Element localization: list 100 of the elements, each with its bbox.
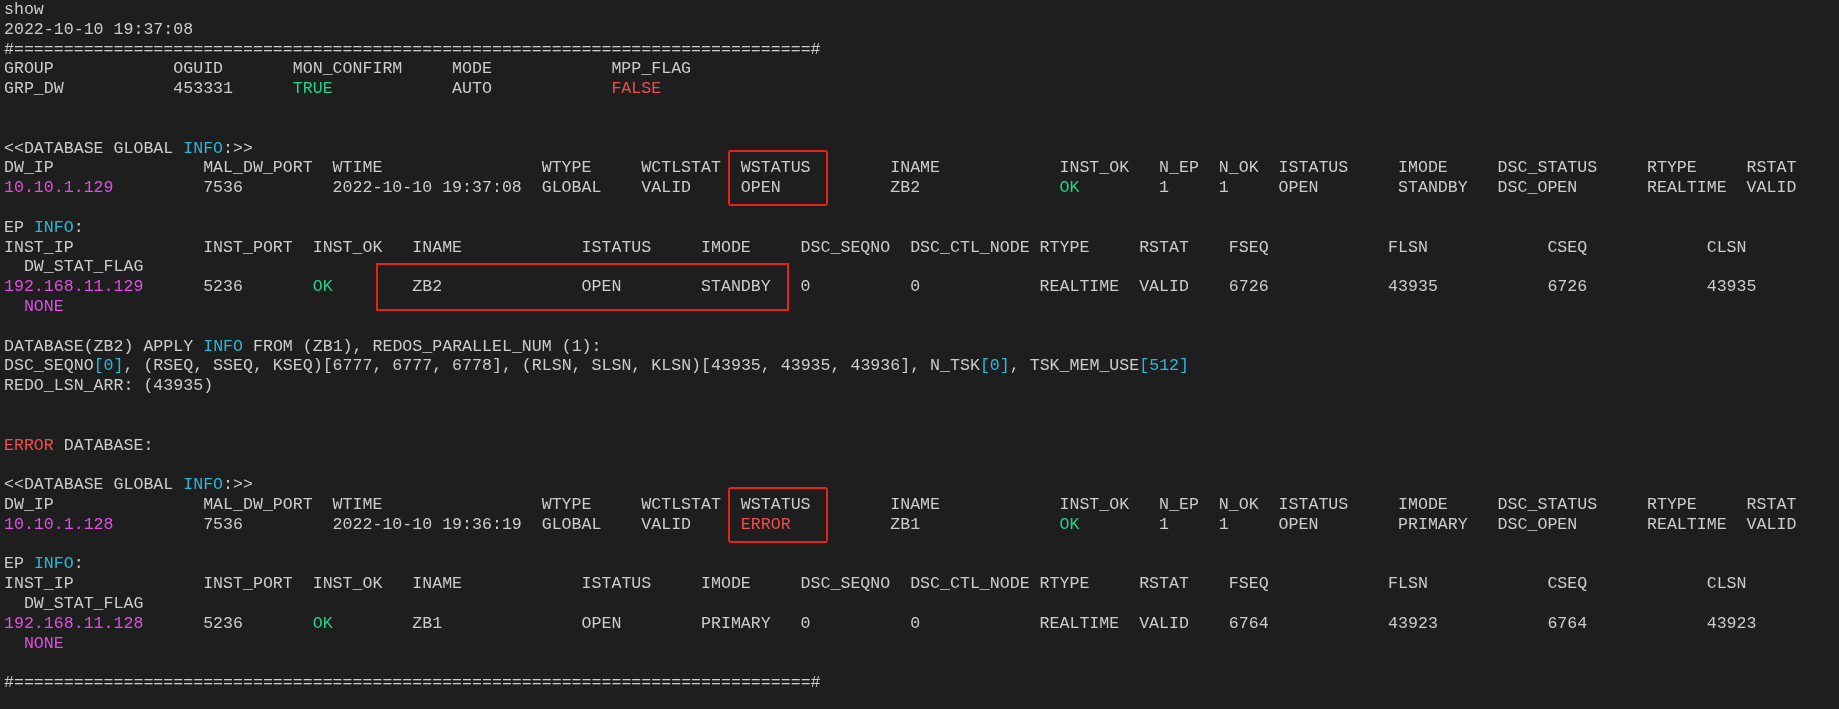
column-header: INAME — [412, 574, 463, 594]
column-header: ISTATUS — [1278, 494, 1349, 515]
column-header: ISTATUS — [581, 574, 652, 594]
table-cell: GRP_DW — [4, 79, 64, 99]
column-header: MAL_DW_PORT — [203, 158, 313, 179]
column-header: WTIME — [332, 494, 383, 515]
table-cell: 0 — [910, 613, 921, 634]
column-header: WCTLSTAT — [641, 158, 721, 179]
output-line: DATABASE(ZB2) APPLY INFO FROM (ZB1), REDOS_PARALLEL_NUM (1): — [4, 336, 602, 357]
column-header: DSC_CTL_NODE — [910, 574, 1030, 594]
table-cell: FALSE — [611, 79, 662, 99]
table-cell: OK — [1059, 514, 1080, 535]
column-header: RTYPE — [1646, 158, 1697, 179]
column-header: RSTAT — [1746, 494, 1797, 515]
table-cell: VALID — [1139, 277, 1189, 297]
table-cell: DSC_OPEN — [1497, 514, 1578, 535]
column-header: CSEQ — [1547, 237, 1588, 258]
table-cell: NONE — [23, 296, 64, 317]
column-header: IMODE — [1398, 158, 1448, 179]
table-cell: ZB2 — [890, 178, 921, 198]
table-cell: 7536 — [203, 514, 243, 535]
table-cell: 43935 — [1388, 277, 1438, 297]
column-header: MPP_FLAG — [611, 59, 692, 80]
table-cell: 1 — [1159, 178, 1170, 198]
column-header: FSEQ — [1228, 574, 1269, 594]
column-header: RTYPE — [1646, 494, 1697, 515]
table-cell: 453331 — [173, 79, 234, 99]
column-header: WSTATUS — [727, 486, 829, 515]
column-header: INST_PORT — [203, 574, 293, 594]
column-header: DSC_SEQNO — [800, 237, 891, 258]
table-cell: 2022-10-10 19:36:19 — [332, 514, 522, 535]
table-cell: REALTIME — [1039, 277, 1120, 297]
table-cell: ZB1 — [412, 613, 443, 634]
column-header: OGUID — [173, 59, 224, 80]
table-cell: VALID — [641, 178, 692, 198]
table-cell: 1 — [1159, 514, 1170, 535]
column-header: GROUP — [4, 59, 54, 80]
output-line: show — [4, 0, 44, 20]
table-cell: 6726 — [1228, 277, 1269, 297]
table-cell: PRIMARY — [1398, 514, 1468, 535]
table-cell: VALID — [1746, 178, 1797, 198]
table-cell: ERROR — [727, 514, 829, 543]
column-header: N_OK — [1218, 494, 1259, 515]
column-header: DSC_CTL_NODE — [910, 237, 1030, 258]
column-header: ISTATUS — [1278, 158, 1349, 179]
table-cell: 5236 — [203, 613, 243, 634]
column-header: N_EP — [1159, 158, 1199, 179]
column-header: INAME — [890, 158, 940, 179]
column-header: DSC_STATUS — [1497, 494, 1598, 515]
table-cell: GLOBAL — [541, 178, 602, 198]
column-header: FSEQ — [1228, 237, 1269, 258]
table-cell: 0 — [910, 277, 921, 297]
table-cell: AUTO — [452, 79, 492, 99]
table-cell: 43923 — [1706, 613, 1757, 634]
output-line: EP INFO: — [4, 217, 84, 238]
column-header: WSTATUS — [727, 150, 829, 179]
column-header: DSC_STATUS — [1497, 158, 1598, 179]
table-cell: 0 — [800, 613, 811, 634]
table-cell: STANDBY — [701, 263, 789, 311]
table-cell: 6764 — [1547, 613, 1588, 634]
separator-line: #================================================================================# — [4, 673, 821, 693]
table-cell: OPEN — [1278, 178, 1319, 198]
column-header: CLSN — [1706, 574, 1747, 594]
table-cell: REALTIME — [1646, 178, 1727, 198]
separator-line: #================================================================================# — [4, 39, 821, 60]
table-cell: 5236 — [203, 277, 243, 297]
table-cell: OPEN — [581, 613, 622, 634]
column-header: RSTAT — [1746, 158, 1797, 179]
column-header: IMODE — [701, 574, 751, 594]
table-cell: ZB1 — [890, 514, 921, 535]
column-header: WCTLSTAT — [641, 494, 721, 515]
column-header: MODE — [452, 59, 492, 80]
table-cell: 6726 — [1547, 277, 1588, 297]
output-line: 2022-10-10 19:37:08 — [4, 19, 194, 40]
column-header: MAL_DW_PORT — [203, 494, 313, 515]
column-header: DW_STAT_FLAG — [23, 593, 144, 614]
column-header: INST_OK — [1059, 494, 1130, 515]
output-line: EP INFO: — [4, 554, 84, 575]
table-cell: OPEN — [727, 178, 829, 206]
column-header: INAME — [412, 237, 463, 258]
column-header: DSC_SEQNO — [800, 574, 891, 594]
column-header: CLSN — [1706, 237, 1747, 258]
column-header: INST_OK — [312, 237, 383, 258]
table-cell: 43935 — [1706, 277, 1757, 297]
output-line: REDO_LSN_ARR: (43935) — [4, 376, 214, 396]
column-header: MON_CONFIRM — [292, 59, 403, 80]
table-cell: 1 — [1218, 178, 1229, 198]
table-cell: VALID — [1139, 613, 1189, 634]
column-header: CSEQ — [1547, 574, 1588, 594]
table-cell: 10.10.1.129 — [4, 178, 114, 198]
column-header: RTYPE — [1039, 574, 1090, 594]
column-header: DW_IP — [4, 494, 54, 515]
column-header: N_EP — [1159, 494, 1199, 515]
column-header: RSTAT — [1139, 237, 1189, 258]
table-cell: NONE — [23, 633, 64, 654]
table-cell: 6764 — [1228, 613, 1269, 634]
column-header: ISTATUS — [581, 237, 652, 258]
output-line: <<DATABASE GLOBAL INFO:>> — [4, 475, 253, 495]
column-header: INST_OK — [1059, 158, 1130, 179]
table-cell: 0 — [800, 277, 811, 297]
